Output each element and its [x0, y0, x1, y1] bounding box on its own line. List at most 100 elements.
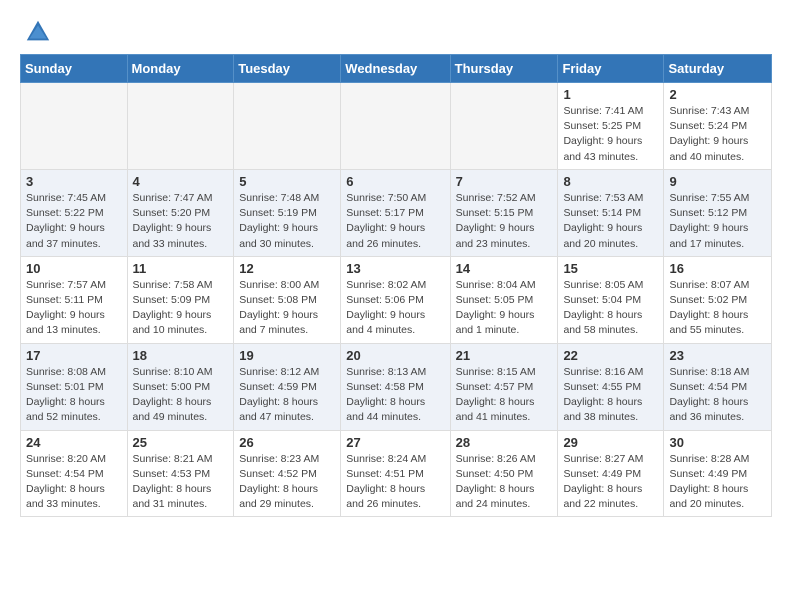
calendar-table: SundayMondayTuesdayWednesdayThursdayFrid…: [20, 54, 772, 517]
day-info: Sunrise: 8:21 AMSunset: 4:53 PMDaylight:…: [133, 452, 229, 513]
day-number: 15: [563, 261, 658, 276]
calendar-cell: [450, 83, 558, 170]
day-number: 29: [563, 435, 658, 450]
day-info: Sunrise: 7:58 AMSunset: 5:09 PMDaylight:…: [133, 278, 229, 339]
calendar-wrapper: SundayMondayTuesdayWednesdayThursdayFrid…: [0, 54, 792, 527]
calendar-cell: 14Sunrise: 8:04 AMSunset: 5:05 PMDayligh…: [450, 256, 558, 343]
day-info: Sunrise: 8:23 AMSunset: 4:52 PMDaylight:…: [239, 452, 335, 513]
day-info: Sunrise: 8:12 AMSunset: 4:59 PMDaylight:…: [239, 365, 335, 426]
day-number: 24: [26, 435, 122, 450]
week-row-3: 10Sunrise: 7:57 AMSunset: 5:11 PMDayligh…: [21, 256, 772, 343]
day-number: 21: [456, 348, 553, 363]
day-number: 20: [346, 348, 444, 363]
calendar-cell: 13 Sunrise: 8:02 AMSunset: 5:06 PMDayligh…: [341, 256, 450, 343]
day-info: Sunrise: 8:04 AMSunset: 5:05 PMDaylight:…: [456, 278, 553, 339]
header-tuesday: Tuesday: [234, 55, 341, 83]
day-info: Sunrise: 8:20 AMSunset: 4:54 PMDaylight:…: [26, 452, 122, 513]
day-number: 22: [563, 348, 658, 363]
week-row-4: 17 Sunrise: 8:08 AMSunset: 5:01 PMDayligh…: [21, 343, 772, 430]
calendar-cell: 7 Sunrise: 7:52 AMSunset: 5:15 PMDaylight…: [450, 169, 558, 256]
calendar-cell: 22 Sunrise: 8:16 AMSunset: 4:55 PMDayligh…: [558, 343, 664, 430]
calendar-cell: [234, 83, 341, 170]
calendar-cell: 28 Sunrise: 8:26 AMSunset: 4:50 PMDayligh…: [450, 430, 558, 517]
day-info: Sunrise: 8:16 AMSunset: 4:55 PMDaylight:…: [563, 365, 658, 426]
logo-icon: [24, 18, 52, 46]
day-number: 13: [346, 261, 444, 276]
logo: [24, 18, 56, 46]
calendar-cell: 4Sunrise: 7:47 AMSunset: 5:20 PMDaylight…: [127, 169, 234, 256]
day-info: Sunrise: 8:27 AMSunset: 4:49 PMDaylight:…: [563, 452, 658, 513]
day-info: Sunrise: 7:41 AMSunset: 5:25 PMDaylight:…: [563, 104, 658, 165]
day-number: 23: [669, 348, 766, 363]
header-sunday: Sunday: [21, 55, 128, 83]
day-info: Sunrise: 7:43 AMSunset: 5:24 PMDaylight:…: [669, 104, 766, 165]
day-number: 11: [133, 261, 229, 276]
day-info: Sunrise: 8:05 AMSunset: 5:04 PMDaylight:…: [563, 278, 658, 339]
calendar-cell: [21, 83, 128, 170]
calendar-header: SundayMondayTuesdayWednesdayThursdayFrid…: [21, 55, 772, 83]
calendar-cell: 19 Sunrise: 8:12 AMSunset: 4:59 PMDayligh…: [234, 343, 341, 430]
header-thursday: Thursday: [450, 55, 558, 83]
calendar-cell: 30 Sunrise: 8:28 AMSunset: 4:49 PMDayligh…: [664, 430, 772, 517]
day-number: 9: [669, 174, 766, 189]
day-number: 16: [669, 261, 766, 276]
day-info: Sunrise: 8:15 AMSunset: 4:57 PMDaylight:…: [456, 365, 553, 426]
day-number: 4: [133, 174, 229, 189]
day-info: Sunrise: 7:48 AMSunset: 5:19 PMDaylight:…: [239, 191, 335, 252]
calendar-cell: [127, 83, 234, 170]
day-number: 19: [239, 348, 335, 363]
day-number: 7: [456, 174, 553, 189]
day-info: Sunrise: 7:53 AMSunset: 5:14 PMDaylight:…: [563, 191, 658, 252]
calendar-cell: 24 Sunrise: 8:20 AMSunset: 4:54 PMDayligh…: [21, 430, 128, 517]
day-number: 18: [133, 348, 229, 363]
day-number: 12: [239, 261, 335, 276]
calendar-cell: 25Sunrise: 8:21 AMSunset: 4:53 PMDayligh…: [127, 430, 234, 517]
calendar-cell: 12 Sunrise: 8:00 AMSunset: 5:08 PMDayligh…: [234, 256, 341, 343]
page-header: [0, 0, 792, 54]
day-info: Sunrise: 8:02 AMSunset: 5:06 PMDaylight:…: [346, 278, 444, 339]
day-number: 27: [346, 435, 444, 450]
header-row: SundayMondayTuesdayWednesdayThursdayFrid…: [21, 55, 772, 83]
day-number: 28: [456, 435, 553, 450]
day-info: Sunrise: 7:45 AMSunset: 5:22 PMDaylight:…: [26, 191, 122, 252]
calendar-cell: 29 Sunrise: 8:27 AMSunset: 4:49 PMDayligh…: [558, 430, 664, 517]
calendar-cell: 27 Sunrise: 8:24 AMSunset: 4:51 PMDayligh…: [341, 430, 450, 517]
header-wednesday: Wednesday: [341, 55, 450, 83]
day-info: Sunrise: 7:55 AMSunset: 5:12 PMDaylight:…: [669, 191, 766, 252]
calendar-cell: 10Sunrise: 7:57 AMSunset: 5:11 PMDayligh…: [21, 256, 128, 343]
day-info: Sunrise: 8:24 AMSunset: 4:51 PMDaylight:…: [346, 452, 444, 513]
calendar-cell: 8 Sunrise: 7:53 AMSunset: 5:14 PMDaylight…: [558, 169, 664, 256]
day-number: 5: [239, 174, 335, 189]
calendar-cell: 6 Sunrise: 7:50 AMSunset: 5:17 PMDaylight…: [341, 169, 450, 256]
day-number: 6: [346, 174, 444, 189]
day-info: Sunrise: 8:28 AMSunset: 4:49 PMDaylight:…: [669, 452, 766, 513]
calendar-cell: 23 Sunrise: 8:18 AMSunset: 4:54 PMDayligh…: [664, 343, 772, 430]
day-number: 1: [563, 87, 658, 102]
day-info: Sunrise: 7:52 AMSunset: 5:15 PMDaylight:…: [456, 191, 553, 252]
day-number: 17: [26, 348, 122, 363]
day-info: Sunrise: 8:10 AMSunset: 5:00 PMDaylight:…: [133, 365, 229, 426]
day-number: 26: [239, 435, 335, 450]
day-number: 30: [669, 435, 766, 450]
day-info: Sunrise: 7:57 AMSunset: 5:11 PMDaylight:…: [26, 278, 122, 339]
calendar-cell: [341, 83, 450, 170]
day-info: Sunrise: 8:13 AMSunset: 4:58 PMDaylight:…: [346, 365, 444, 426]
day-info: Sunrise: 7:50 AMSunset: 5:17 PMDaylight:…: [346, 191, 444, 252]
week-row-2: 3 Sunrise: 7:45 AMSunset: 5:22 PMDaylight…: [21, 169, 772, 256]
day-info: Sunrise: 8:26 AMSunset: 4:50 PMDaylight:…: [456, 452, 553, 513]
day-number: 3: [26, 174, 122, 189]
day-info: Sunrise: 8:00 AMSunset: 5:08 PMDaylight:…: [239, 278, 335, 339]
calendar-body: 1 Sunrise: 7:41 AMSunset: 5:25 PMDaylight…: [21, 83, 772, 517]
day-number: 8: [563, 174, 658, 189]
day-info: Sunrise: 8:08 AMSunset: 5:01 PMDaylight:…: [26, 365, 122, 426]
calendar-cell: 5 Sunrise: 7:48 AMSunset: 5:19 PMDaylight…: [234, 169, 341, 256]
day-info: Sunrise: 8:18 AMSunset: 4:54 PMDaylight:…: [669, 365, 766, 426]
calendar-cell: 1 Sunrise: 7:41 AMSunset: 5:25 PMDaylight…: [558, 83, 664, 170]
calendar-cell: 21 Sunrise: 8:15 AMSunset: 4:57 PMDayligh…: [450, 343, 558, 430]
week-row-5: 24 Sunrise: 8:20 AMSunset: 4:54 PMDayligh…: [21, 430, 772, 517]
calendar-cell: 26 Sunrise: 8:23 AMSunset: 4:52 PMDayligh…: [234, 430, 341, 517]
day-info: Sunrise: 8:07 AMSunset: 5:02 PMDaylight:…: [669, 278, 766, 339]
calendar-cell: 2Sunrise: 7:43 AMSunset: 5:24 PMDaylight…: [664, 83, 772, 170]
calendar-cell: 9 Sunrise: 7:55 AMSunset: 5:12 PMDaylight…: [664, 169, 772, 256]
calendar-cell: 18 Sunrise: 8:10 AMSunset: 5:00 PMDayligh…: [127, 343, 234, 430]
